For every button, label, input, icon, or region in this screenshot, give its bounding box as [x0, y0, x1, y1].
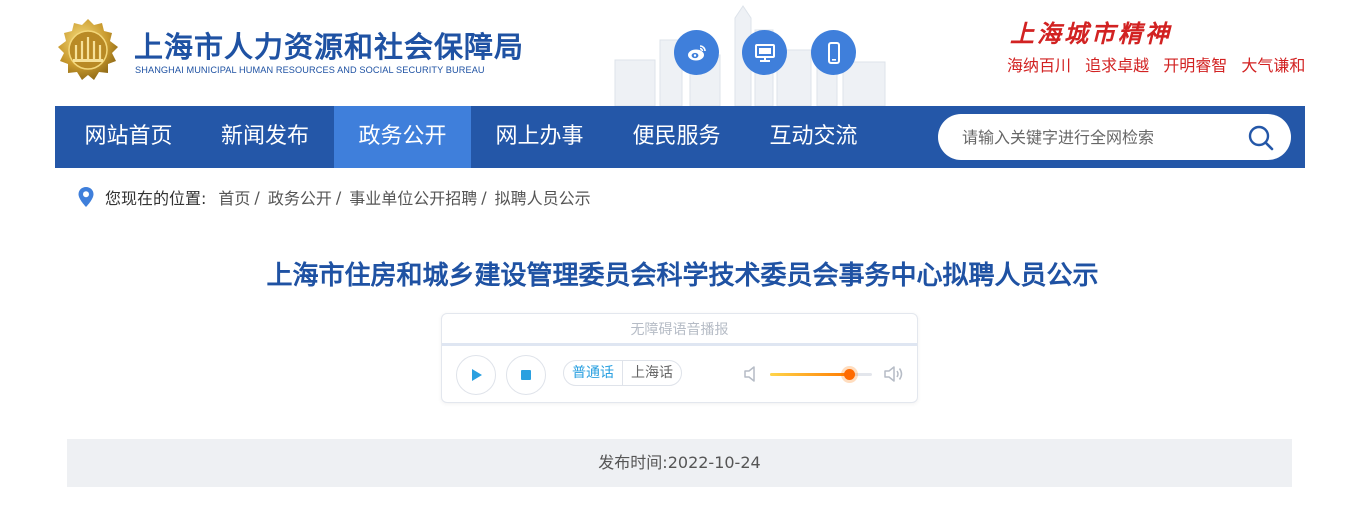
search-input[interactable]	[962, 114, 1242, 160]
nav-item-news[interactable]: 新闻发布	[202, 106, 328, 168]
city-spirit-word: 开明睿智	[1163, 56, 1228, 75]
stop-icon	[521, 370, 531, 380]
site-logo-title[interactable]: 上海市人力资源和社会保障局	[134, 24, 524, 66]
main-nav: 网站首页 新闻发布 政务公开 网上办事 便民服务 互动交流	[55, 106, 1305, 168]
player-progress-bar[interactable]	[442, 343, 917, 346]
publish-date: 2022-10-24	[667, 453, 761, 472]
player-label: 无障碍语音播报	[630, 322, 729, 338]
desktop-icon	[754, 43, 775, 62]
nav-item-convenience-services[interactable]: 便民服务	[608, 106, 745, 168]
city-spirit-title: 上海城市精神	[1010, 19, 1172, 48]
publish-label: 发布时间:	[598, 453, 668, 472]
volume-slider-fill	[770, 373, 850, 376]
search-box	[938, 114, 1291, 160]
play-icon	[472, 369, 482, 381]
location-pin-icon	[78, 187, 94, 207]
nav-item-online-services[interactable]: 网上办事	[471, 106, 608, 168]
breadcrumb-separator: /	[481, 187, 487, 207]
city-spirit-word: 追求卓越	[1085, 56, 1150, 75]
weibo-button[interactable]	[674, 30, 719, 75]
site-header: 上海市人力资源和社会保障局 SHANGHAI MUNICIPAL HUMAN R…	[0, 0, 1365, 106]
volume-down-icon[interactable]	[742, 363, 764, 385]
breadcrumb-separator: /	[335, 187, 342, 207]
publish-info: 发布时间:2022-10-24	[67, 439, 1292, 487]
volume-up-icon[interactable]	[883, 363, 905, 385]
dialect-switch: 普通话 上海话	[563, 360, 682, 386]
nav-item-home[interactable]: 网站首页	[55, 106, 202, 168]
mobile-icon	[827, 41, 840, 64]
desktop-site-button[interactable]	[742, 30, 787, 75]
breadcrumb: 您现在的位置: 首页 / 政务公开 / 事业单位公开招聘 / 拟聘人员公示	[77, 185, 591, 209]
search-icon[interactable]	[1247, 124, 1275, 152]
site-logo-subtitle: SHANGHAI MUNICIPAL HUMAN RESOURCES AND S…	[135, 65, 485, 75]
dialect-mandarin[interactable]: 普通话	[564, 361, 622, 385]
weibo-icon	[687, 44, 706, 60]
city-spirit-words: 海纳百川 追求卓越 开明睿智 大气谦和	[1007, 52, 1314, 76]
breadcrumb-current[interactable]: 拟聘人员公示	[495, 185, 591, 209]
nav-item-interaction[interactable]: 互动交流	[745, 106, 882, 168]
breadcrumb-home[interactable]: 首页	[218, 185, 250, 209]
bureau-emblem-icon[interactable]	[54, 17, 122, 83]
accessibility-audio-player: 无障碍语音播报 普通话 上海话	[441, 313, 918, 403]
article-title: 上海市住房和城乡建设管理委员会科学技术委员会事务中心拟聘人员公示	[266, 261, 1099, 291]
dialect-shanghainese[interactable]: 上海话	[622, 361, 681, 385]
breadcrumb-public-recruitment[interactable]: 事业单位公开招聘	[349, 185, 477, 209]
nav-item-government-affairs[interactable]: 政务公开	[334, 106, 471, 168]
breadcrumb-label: 您现在的位置:	[105, 189, 207, 208]
mobile-site-button[interactable]	[811, 30, 856, 75]
breadcrumb-separator: /	[254, 187, 260, 207]
stop-button[interactable]	[506, 355, 546, 395]
breadcrumb-government-affairs[interactable]: 政务公开	[268, 185, 332, 209]
play-button[interactable]	[456, 355, 496, 395]
city-spirit-word: 海纳百川	[1007, 56, 1072, 75]
volume-slider[interactable]	[770, 369, 872, 380]
volume-slider-handle[interactable]	[844, 369, 856, 380]
city-spirit-word: 大气谦和	[1241, 56, 1306, 75]
